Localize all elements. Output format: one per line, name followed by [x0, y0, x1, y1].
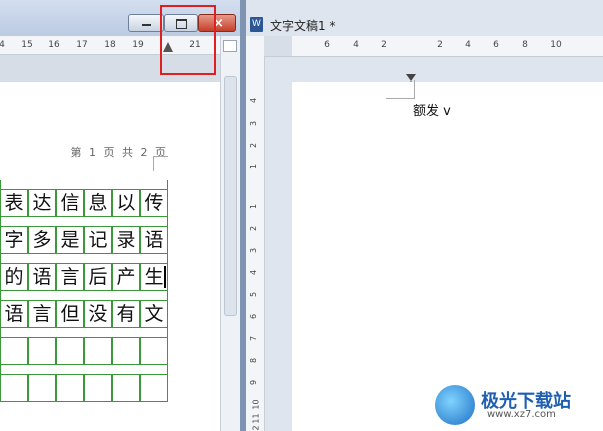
grid-row-gap [0, 254, 168, 263]
vertical-ruler-tick: 2 [249, 225, 259, 232]
ruler-tick: 16 [48, 40, 60, 50]
vertical-ruler-tick: 9 [249, 379, 259, 386]
vertical-ruler-tick: 7 [249, 335, 259, 342]
grid-row-gap [0, 180, 168, 189]
ruler-margin-left [264, 36, 292, 56]
grid-row-gap [0, 291, 168, 300]
word-document-icon: W [250, 17, 263, 32]
text-cursor [164, 266, 166, 288]
grid-cell[interactable]: 语 [140, 226, 168, 254]
grid-cell[interactable]: 息 [84, 189, 112, 217]
grid-cell[interactable] [140, 337, 168, 365]
grid-cell[interactable]: 是 [56, 226, 84, 254]
vertical-ruler-tick: 5 [249, 291, 259, 298]
grid-cell[interactable] [112, 374, 140, 402]
grid-cell[interactable] [112, 337, 140, 365]
ruler-tick: 10 [550, 40, 562, 50]
ruler-tick: 8 [522, 40, 528, 50]
grid-cell[interactable] [28, 374, 56, 402]
grid-cell[interactable]: 言 [56, 263, 84, 291]
ruler-tick: 6 [324, 40, 330, 50]
scrollbar-thumb[interactable] [224, 76, 237, 316]
grid-cell[interactable]: 语 [28, 263, 56, 291]
vertical-ruler-tick: 1 [249, 163, 259, 170]
grid-cell[interactable] [28, 337, 56, 365]
grid-cell[interactable]: 的 [0, 263, 28, 291]
document-title: 文字文稿1 * [270, 19, 336, 33]
grid-cell[interactable] [84, 374, 112, 402]
ruler-tick: 18 [104, 40, 116, 50]
grid-cell[interactable]: 产 [112, 263, 140, 291]
grid-cell[interactable] [0, 337, 28, 365]
grid-cell[interactable]: 信 [56, 189, 84, 217]
grid-cell[interactable]: 但 [56, 300, 84, 328]
ruler-tick: 6 [493, 40, 499, 50]
ruler-tick: 19 [132, 40, 144, 50]
vertical-ruler-tick: 3 [249, 120, 259, 127]
grid-cell[interactable]: 录 [112, 226, 140, 254]
grid-row-gap [0, 328, 168, 337]
document-text[interactable]: 额发 v [413, 100, 451, 119]
ruler-tick: 4 [0, 40, 5, 50]
margin-corner-mark [386, 80, 415, 99]
watermark-url: www.xz7.com [487, 409, 556, 420]
minimize-button[interactable] [128, 14, 164, 32]
ruler-tick: 4 [353, 40, 359, 50]
vertical-ruler-tick: 4 [249, 97, 259, 104]
grid-cell[interactable]: 多 [28, 226, 56, 254]
grid-cell[interactable]: 字 [0, 226, 28, 254]
grid-cell[interactable] [56, 374, 84, 402]
left-document-window: × 4 15 16 17 18 19 21 第 1 页 共 2 页 表达信息以传… [0, 0, 240, 431]
grid-row-gap [0, 365, 168, 374]
ruler-tick: 15 [21, 40, 33, 50]
grid-cell[interactable]: 语 [0, 300, 28, 328]
grid-cell[interactable]: 后 [84, 263, 112, 291]
ruler-tick: 17 [76, 40, 88, 50]
margin-corner-mark [153, 156, 168, 171]
right-document-window: W 文字文稿1 * 6 4 2 2 4 6 8 10 4321123456789… [246, 0, 603, 431]
ruler-tick: 2 [381, 40, 387, 50]
ruler-tick: 2 [437, 40, 443, 50]
site-watermark: 极光下载站 www.xz7.com [435, 385, 595, 425]
ruler-toggle-icon[interactable] [223, 40, 237, 52]
grid-cell[interactable] [84, 337, 112, 365]
grid-cell[interactable]: 表 [0, 189, 28, 217]
grid-cell[interactable]: 以 [112, 189, 140, 217]
document-tab[interactable]: W 文字文稿1 * [246, 12, 603, 36]
vertical-ruler-tick: 4 [249, 269, 259, 276]
grid-cell[interactable]: 有 [112, 300, 140, 328]
left-page[interactable]: 第 1 页 共 2 页 表达信息以传字多是记录语的语言后产生语言但没有文 [0, 82, 220, 431]
vertical-ruler-tick: 3 [249, 247, 259, 254]
grid-cell[interactable]: 言 [28, 300, 56, 328]
vertical-ruler-tick: 10 [251, 399, 261, 410]
grid-cell[interactable] [0, 374, 28, 402]
grid-cell[interactable]: 传 [140, 189, 168, 217]
right-vertical-ruler[interactable]: 4 3 2 1 1 2 3 4 5 6 7 8 9 10 11 12 [246, 56, 265, 431]
right-horizontal-ruler[interactable]: 6 4 2 2 4 6 8 10 [246, 36, 603, 94]
grid-row-gap [0, 217, 168, 226]
watermark-logo-icon [435, 385, 475, 425]
vertical-ruler-tick: 8 [249, 357, 259, 364]
vertical-ruler-tick: 1 [249, 203, 259, 210]
right-page[interactable] [292, 82, 603, 431]
ruler-tick: 4 [465, 40, 471, 50]
vertical-ruler-tick: 2 [249, 142, 259, 149]
vertical-ruler-tick: 6 [249, 313, 259, 320]
left-vertical-scrollbar[interactable] [220, 36, 240, 431]
grid-cell[interactable]: 没 [84, 300, 112, 328]
grid-cell[interactable]: 文 [140, 300, 168, 328]
grid-cell[interactable]: 达 [28, 189, 56, 217]
grid-cell[interactable]: 记 [84, 226, 112, 254]
grid-cell[interactable] [140, 374, 168, 402]
vertical-ruler-tick: 12 [251, 425, 261, 431]
highlight-annotation [160, 5, 216, 75]
minimize-icon [142, 24, 151, 26]
grid-cell[interactable] [56, 337, 84, 365]
vertical-ruler-tick: 11 [251, 413, 261, 424]
